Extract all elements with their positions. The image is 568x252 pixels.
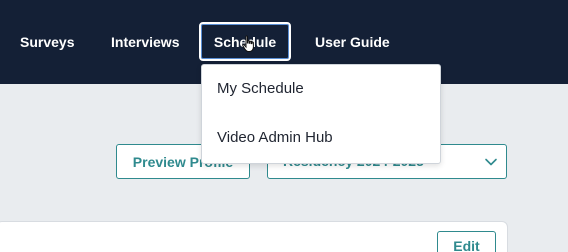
nav-interviews[interactable]: Interviews	[111, 33, 179, 51]
nav-schedule-label: Schedule	[213, 33, 277, 50]
menu-item-my-schedule[interactable]: My Schedule	[217, 78, 304, 100]
content-card	[0, 221, 508, 252]
schedule-dropdown-menu: My Schedule Video Admin Hub	[201, 64, 441, 164]
chevron-down-icon	[485, 158, 497, 166]
edit-button[interactable]: Edit	[437, 231, 496, 252]
nav-surveys[interactable]: Surveys	[20, 33, 74, 51]
nav-user-guide[interactable]: User Guide	[315, 33, 390, 51]
nav-schedule-button[interactable]: Schedule	[199, 22, 291, 61]
edit-button-label: Edit	[453, 238, 480, 252]
menu-item-video-admin-hub[interactable]: Video Admin Hub	[217, 127, 333, 149]
